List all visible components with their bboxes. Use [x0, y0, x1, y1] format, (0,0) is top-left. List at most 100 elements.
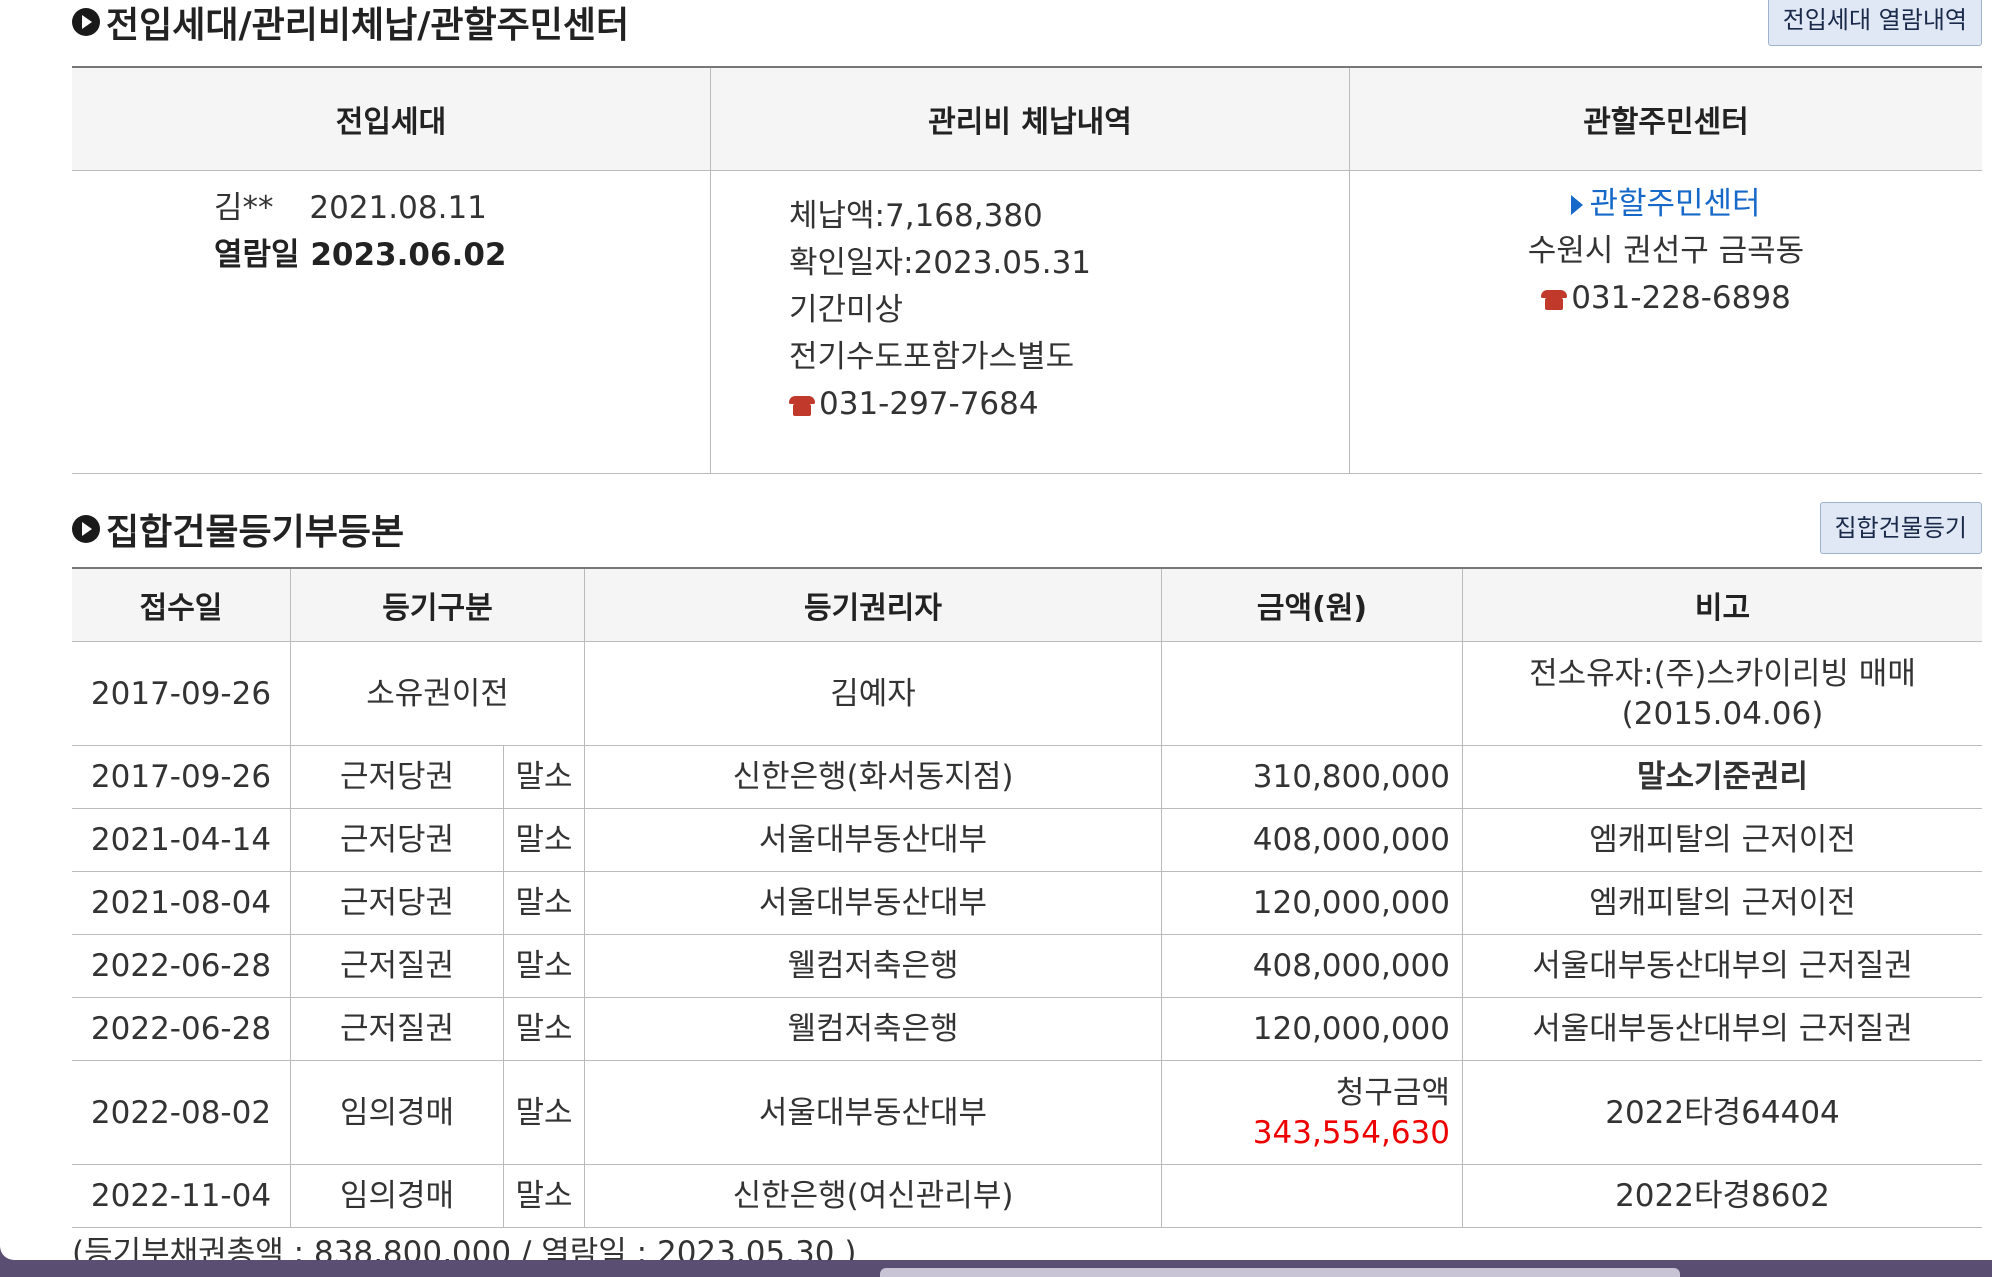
tenant-view-history-button[interactable]: 전입세대 열람내역	[1767, 0, 1982, 46]
arrears-cell: 체납액:7,168,380 확인일자:2023.05.31 기간미상 전기수도포…	[710, 170, 1350, 474]
phone-icon	[1541, 288, 1568, 310]
page: 전입세대/관리비체납/관할주민센터 전입세대 열람내역 전입세대 관리비 체납내…	[0, 0, 1992, 1260]
row-type: 근저질권	[290, 997, 504, 1061]
row-type: 근저질권	[290, 934, 504, 998]
row-note: 말소기준권리	[1462, 745, 1982, 809]
row-note: 서울대부동산대부의 근저질권	[1462, 934, 1982, 998]
row-status: 말소	[503, 1164, 585, 1228]
section-title-tenant: 전입세대/관리비체납/관할주민센터	[72, 0, 629, 48]
header-amount: 금액(원)	[1161, 567, 1463, 642]
row-status: 말소	[503, 1060, 585, 1165]
center-cell: 관할주민센터 수원시 권선구 금곡동 031-228-6898	[1349, 170, 1982, 474]
phone-icon	[789, 394, 815, 416]
tenant-view-date: 열람일 2023.06.02	[214, 237, 507, 273]
row-holder: 서울대부동산대부	[584, 808, 1162, 872]
arrears-phone: 031-297-7684	[789, 381, 1349, 428]
arrears-period: 기간미상	[789, 292, 904, 328]
row-holder: 웰컴저축은행	[584, 934, 1162, 998]
row-amount: 310,800,000	[1161, 745, 1463, 809]
row-type: 근저당권	[290, 745, 504, 809]
header-arrears: 관리비 체납내역	[710, 66, 1350, 171]
row-note-line2: (2015.04.06)	[1621, 695, 1824, 732]
row-type: 임의경매	[290, 1060, 504, 1165]
row-status: 말소	[503, 808, 585, 872]
row-note: 2022타경64404	[1462, 1060, 1982, 1165]
row-holder: 서울대부동산대부	[584, 871, 1162, 935]
row-date: 2022-06-28	[72, 934, 291, 998]
arrears-note: 전기수도포함가스별도	[789, 339, 1075, 375]
row-type: 임의경매	[290, 1164, 504, 1228]
arrears-confirm-date: 확인일자:2023.05.31	[789, 245, 1092, 281]
header-center: 관할주민센터	[1349, 66, 1982, 171]
row-note: 전소유자:(주)스카이리빙 매매 (2015.04.06)	[1462, 641, 1982, 746]
triangle-right-icon	[1571, 195, 1584, 215]
center-phone: 031-228-6898	[1351, 275, 1981, 322]
row-note: 2022타경8602	[1462, 1164, 1982, 1228]
row-amount: 408,000,000	[1161, 808, 1463, 872]
row-amount: 408,000,000	[1161, 934, 1463, 998]
row-amount: 120,000,000	[1161, 871, 1463, 935]
row-holder: 신한은행(화서동지점)	[584, 745, 1162, 809]
row-note: 엠캐피탈의 근저이전	[1462, 808, 1982, 872]
row-holder: 신한은행(여신관리부)	[584, 1164, 1162, 1228]
register-table: 접수일 등기구분 등기권리자 금액(원) 비고 2017-09-26 소유권이전…	[72, 567, 1982, 1228]
tenant-date: 2021.08.11	[309, 190, 487, 226]
tenant-cell: 김** 2021.08.11 열람일 2023.06.02	[72, 170, 711, 474]
row-note: 엠캐피탈의 근저이전	[1462, 871, 1982, 935]
table-row: 2022-11-04 임의경매 말소 신한은행(여신관리부) 2022타경860…	[72, 1164, 1982, 1228]
row-note-line1: 전소유자:(주)스카이리빙 매매	[1529, 655, 1916, 692]
table-row: 2017-09-26 소유권이전 김예자 전소유자:(주)스카이리빙 매매 (2…	[72, 641, 1982, 746]
header-tenant: 전입세대	[72, 66, 711, 171]
table-row: 2022-06-28 근저질권 말소 웰컴저축은행 408,000,000 서울…	[72, 934, 1982, 998]
row-amount: 청구금액 343,554,630	[1161, 1060, 1463, 1165]
circle-arrow-icon	[72, 515, 100, 543]
row-date: 2021-04-14	[72, 808, 291, 872]
row-holder: 서울대부동산대부	[584, 1060, 1162, 1165]
row-date: 2022-11-04	[72, 1164, 291, 1228]
header-note: 비고	[1462, 567, 1982, 642]
header-holder: 등기권리자	[584, 567, 1162, 642]
register-footer-note: (등기부채권총액 : 838,800,000 / 열람일 : 2023.05.3…	[72, 1235, 857, 1260]
tenant-table: 전입세대 관리비 체납내역 관할주민센터 김** 2021.08.11 열람일 …	[72, 66, 1982, 474]
row-amount: 120,000,000	[1161, 997, 1463, 1061]
table-row: 2021-04-14 근저당권 말소 서울대부동산대부 408,000,000 …	[72, 808, 1982, 872]
table-row: 2022-06-28 근저질권 말소 웰컴저축은행 120,000,000 서울…	[72, 997, 1982, 1061]
row-type: 근저당권	[290, 871, 504, 935]
row-status: 말소	[503, 871, 585, 935]
table-row: 2021-08-04 근저당권 말소 서울대부동산대부 120,000,000 …	[72, 871, 1982, 935]
row-holder: 웰컴저축은행	[584, 997, 1162, 1061]
window-edge	[880, 1268, 1680, 1277]
row-amount-label: 청구금액	[1335, 1074, 1450, 1111]
header-date: 접수일	[72, 567, 291, 642]
table-row: 2017-09-26 근저당권 말소 신한은행(화서동지점) 310,800,0…	[72, 745, 1982, 809]
circle-arrow-icon	[72, 8, 100, 36]
row-date: 2017-09-26	[72, 641, 291, 746]
register-view-button[interactable]: 집합건물등기	[1819, 502, 1982, 554]
center-link-label[interactable]: 관할주민센터	[1589, 186, 1760, 222]
section-title-text: 전입세대/관리비체납/관할주민센터	[106, 5, 630, 46]
row-type: 근저당권	[290, 808, 504, 872]
row-date: 2017-09-26	[72, 745, 291, 809]
tenant-name: 김**	[214, 190, 274, 226]
row-amount	[1161, 641, 1463, 746]
section-title-text: 집합건물등기부등본	[106, 512, 405, 553]
center-address: 수원시 권선구 금곡동	[1527, 233, 1805, 269]
row-status: 말소	[503, 934, 585, 998]
row-amount	[1161, 1164, 1463, 1228]
row-amount-value: 343,554,630	[1252, 1114, 1450, 1151]
row-note: 서울대부동산대부의 근저질권	[1462, 997, 1982, 1061]
header-type: 등기구분	[290, 567, 585, 642]
row-holder: 김예자	[584, 641, 1162, 746]
center-phone-number: 031-228-6898	[1571, 280, 1791, 316]
row-type: 소유권이전	[290, 641, 585, 746]
row-status: 말소	[503, 997, 585, 1061]
arrears-amount: 체납액:7,168,380	[789, 198, 1043, 234]
row-date: 2021-08-04	[72, 871, 291, 935]
row-status: 말소	[503, 745, 585, 809]
table-row: 2022-08-02 임의경매 말소 서울대부동산대부 청구금액 343,554…	[72, 1060, 1982, 1165]
arrears-phone-number: 031-297-7684	[819, 386, 1039, 422]
row-date: 2022-08-02	[72, 1060, 291, 1165]
row-date: 2022-06-28	[72, 997, 291, 1061]
center-link[interactable]: 관할주민센터	[1351, 181, 1981, 228]
section-title-register: 집합건물등기부등본	[72, 503, 404, 555]
